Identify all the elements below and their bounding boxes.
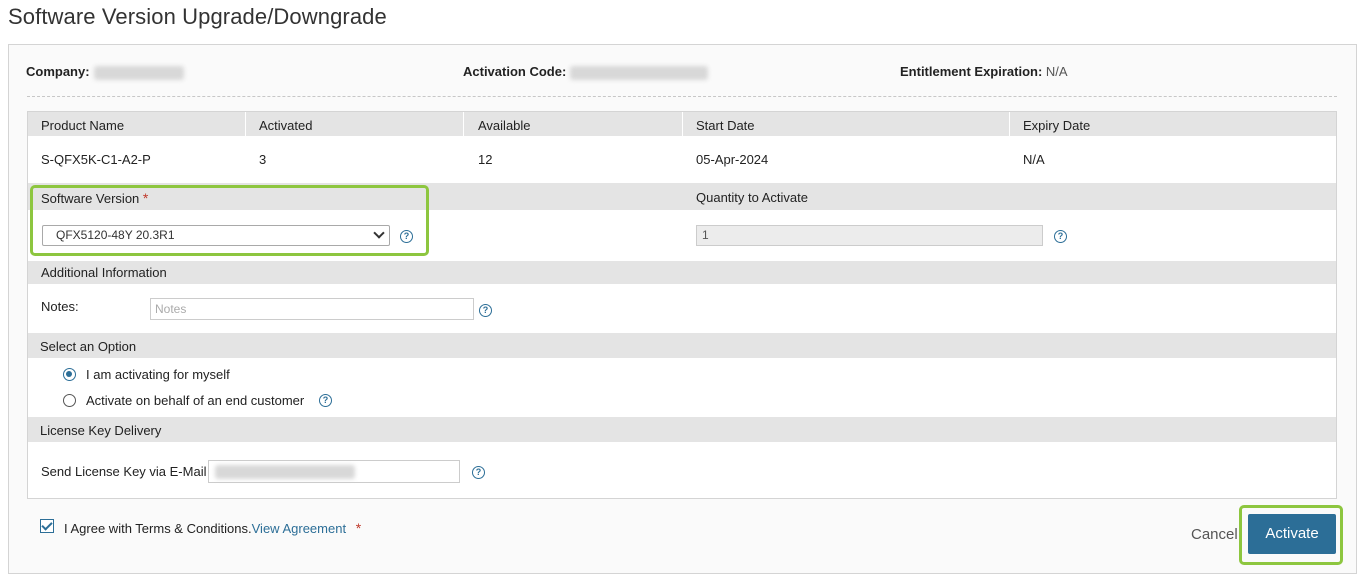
activation-code-label: Activation Code:	[463, 64, 567, 79]
cell-expiry-date: N/A	[1023, 152, 1045, 167]
help-icon[interactable]: ?	[319, 394, 332, 407]
col-header-available: Available	[478, 118, 531, 133]
notes-placeholder: Notes	[155, 302, 187, 316]
activation-code-value-redacted	[570, 65, 709, 80]
divider	[27, 96, 1337, 97]
entitlement-info: Entitlement Expiration: N/A	[900, 64, 1068, 79]
company-info: Company:	[26, 64, 184, 80]
email-field[interactable]	[208, 460, 460, 483]
additional-info-title: Additional Information	[41, 265, 167, 280]
agree-terms-label: I Agree with Terms & Conditions.View Agr…	[64, 520, 361, 536]
select-option-header: Select an Option	[28, 333, 1336, 358]
col-header-product-name: Product Name	[41, 118, 125, 133]
col-divider	[682, 112, 683, 136]
radio-myself[interactable]	[63, 368, 76, 381]
company-label: Company:	[26, 64, 90, 79]
select-option-title: Select an Option	[40, 339, 137, 354]
entitlement-value: N/A	[1045, 64, 1068, 79]
activation-code-info: Activation Code:	[463, 64, 709, 80]
col-divider	[463, 112, 464, 136]
notes-label: Notes:	[41, 299, 79, 314]
cell-start-date: 05-Apr-2024	[696, 152, 769, 167]
agree-terms-text: I Agree with Terms & Conditions.	[64, 521, 252, 536]
col-header-activated: Activated	[259, 118, 313, 133]
radio-end-customer[interactable]	[63, 394, 76, 407]
radio-end-customer-label: Activate on behalf of an end customer	[86, 393, 305, 408]
help-icon[interactable]: ?	[1054, 230, 1067, 243]
col-divider	[1009, 112, 1010, 136]
cell-available: 12	[478, 152, 493, 167]
page-title: Software Version Upgrade/Downgrade	[8, 4, 387, 29]
agree-terms-checkbox[interactable]	[40, 519, 54, 533]
license-delivery-title: License Key Delivery	[40, 423, 162, 438]
notes-input[interactable]: Notes	[150, 298, 474, 320]
activation-form: Product Name Activated Available Start D…	[27, 111, 1337, 499]
col-header-expiry-date: Expiry Date	[1023, 118, 1091, 133]
email-label: Send License Key via E-Mail	[41, 464, 207, 479]
quantity-label: Quantity to Activate	[696, 190, 809, 205]
email-value-redacted	[215, 465, 355, 479]
quantity-input[interactable]: 1	[696, 225, 1043, 246]
entitlement-label: Entitlement Expiration:	[900, 64, 1043, 79]
product-table-header: Product Name Activated Available Start D…	[28, 112, 1336, 136]
col-header-start-date: Start Date	[696, 118, 755, 133]
col-divider	[245, 112, 246, 136]
company-value-redacted	[93, 65, 184, 80]
cancel-button[interactable]: Cancel	[1191, 526, 1238, 543]
additional-info-header: Additional Information	[28, 261, 1336, 284]
cell-activated: 3	[259, 152, 267, 167]
cell-product-name: S-QFX5K-C1-A2-P	[41, 152, 151, 167]
license-delivery-header: License Key Delivery	[28, 417, 1336, 442]
required-asterisk: *	[355, 520, 362, 536]
help-icon[interactable]: ?	[472, 466, 485, 479]
activate-button[interactable]: Activate	[1248, 514, 1336, 554]
view-agreement-link[interactable]: View Agreement	[252, 521, 346, 536]
software-version-highlight	[30, 185, 429, 256]
radio-myself-label: I am activating for myself	[86, 367, 230, 382]
help-icon[interactable]: ?	[479, 304, 492, 317]
